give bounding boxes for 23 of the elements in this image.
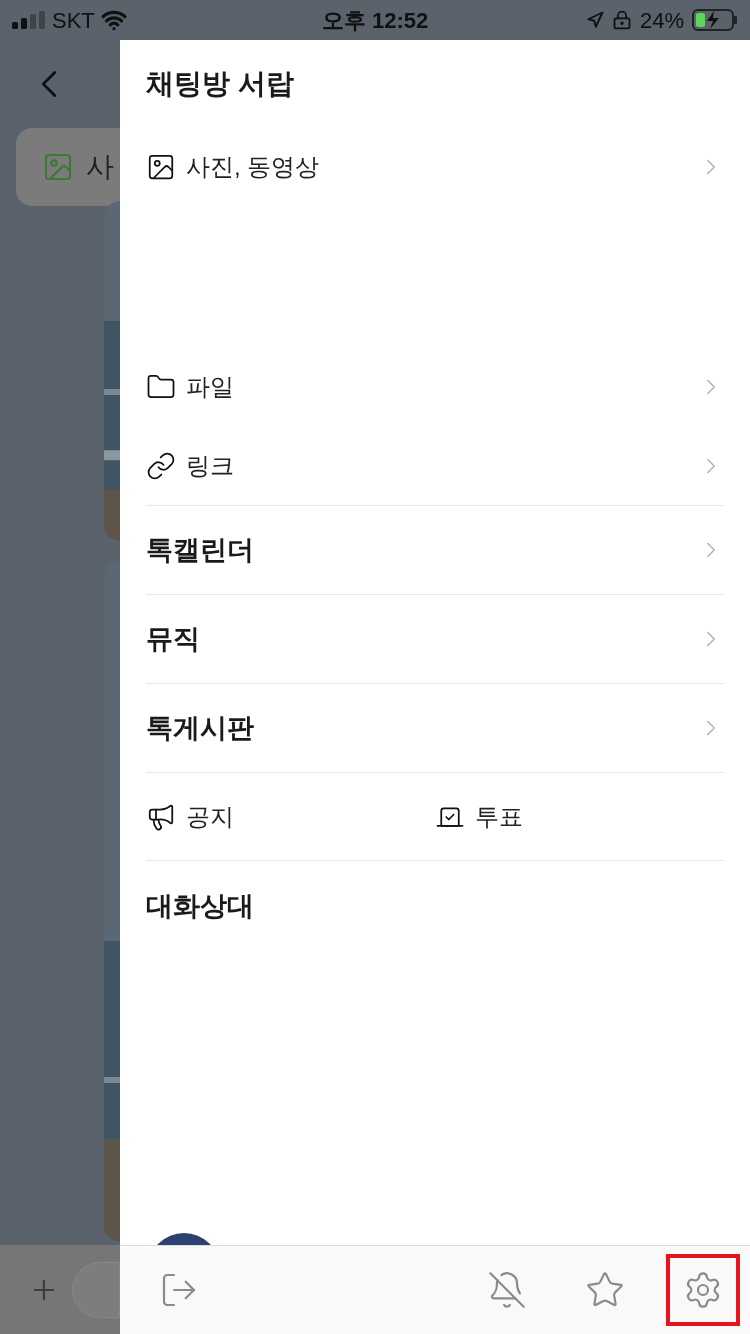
drawer-section[interactable]: 톡게시판 (146, 684, 724, 773)
drawer-section[interactable]: 뮤직 (146, 595, 724, 684)
drawer-item[interactable]: 링크 (146, 426, 724, 506)
drawer-title: 채팅방 서랍 (146, 67, 294, 101)
image-icon (146, 152, 176, 182)
battery-percentage: 24% (639, 6, 684, 35)
drawer-item[interactable]: 파일 (146, 348, 724, 426)
carrier-name: SKT (52, 6, 95, 35)
clock-time: 오후 12:52 (320, 6, 430, 35)
location-arrow-icon (585, 11, 604, 29)
image-icon (42, 151, 74, 183)
message-field[interactable] (71, 1261, 120, 1318)
battery-icon (692, 9, 738, 31)
drawer-section[interactable]: 톡캘린더 (146, 506, 724, 595)
section-heading: 대화상대 (146, 889, 254, 923)
drawer-item[interactable]: 투표 (435, 798, 724, 835)
drawer-item[interactable]: 공지 (146, 798, 435, 835)
signal-icon (12, 11, 46, 29)
bell-off-icon (487, 1270, 527, 1310)
chip-label: 사 (86, 150, 114, 184)
link-icon (146, 450, 176, 481)
drawer-item[interactable]: 사진, 동영상 (146, 128, 724, 206)
settings-button[interactable] (666, 1254, 740, 1326)
